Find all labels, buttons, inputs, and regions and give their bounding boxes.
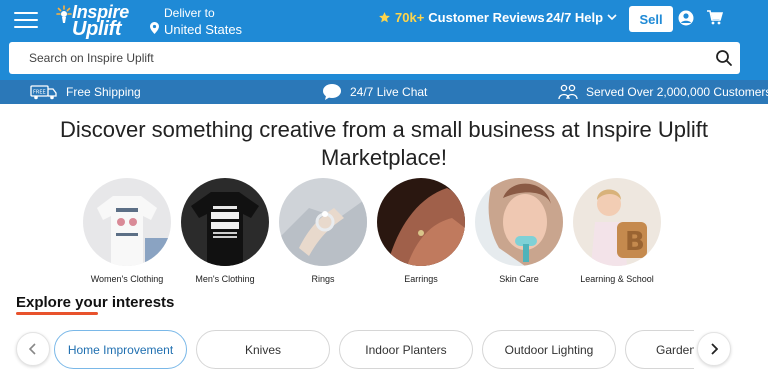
- deliver-location: United States: [164, 22, 243, 37]
- scroll-left-button[interactable]: [16, 332, 50, 366]
- chevron-right-icon: [711, 343, 718, 355]
- pill-home-improvement[interactable]: Home Improvement: [54, 330, 187, 369]
- pill-outdoor-lighting[interactable]: Outdoor Lighting: [482, 330, 616, 369]
- category-image: [83, 178, 171, 266]
- live-chat[interactable]: 24/7 Live Chat: [322, 80, 427, 104]
- benefits-banner: FREE Free Shipping 24/7 Live Chat Served…: [0, 80, 768, 104]
- location-pin-icon: [150, 22, 159, 34]
- category-image: [181, 178, 269, 266]
- live-chat-text: 24/7 Live Chat: [350, 85, 428, 99]
- page-headline: Discover something creative from a small…: [59, 117, 709, 170]
- free-shipping-text: Free Shipping: [66, 85, 141, 99]
- category-learning-school[interactable]: B Learning & School: [568, 178, 666, 284]
- search-input[interactable]: [9, 42, 709, 74]
- search-bar: [9, 42, 740, 74]
- cart-icon[interactable]: [707, 10, 723, 25]
- category-label: Skin Care: [499, 274, 539, 284]
- interest-pills: Home Improvement Knives Indoor Planters …: [54, 330, 694, 370]
- category-image: [279, 178, 367, 266]
- category-womens-clothing[interactable]: Women's Clothing: [78, 178, 176, 284]
- chevron-left-icon: [29, 343, 36, 355]
- logo-sun-icon: [56, 5, 72, 23]
- customers-served: Served Over 2,000,000 Customers: [558, 80, 768, 104]
- customers-icon: [558, 84, 578, 100]
- reviews-label: Customer Reviews: [428, 10, 545, 25]
- category-label: Women's Clothing: [90, 274, 164, 284]
- star-icon: [379, 12, 390, 23]
- svg-text:B: B: [625, 227, 645, 257]
- category-label: Rings: [311, 274, 335, 284]
- scroll-right-button[interactable]: [697, 332, 731, 366]
- search-icon[interactable]: [715, 49, 733, 67]
- svg-text:FREE: FREE: [33, 90, 46, 96]
- pill-garden[interactable]: Garden: [625, 330, 694, 369]
- header: Inspire Uplift Deliver to United States …: [0, 0, 768, 80]
- category-image: [475, 178, 563, 266]
- chevron-down-icon: [607, 14, 617, 21]
- help-dropdown[interactable]: 24/7 Help: [546, 10, 617, 25]
- customer-reviews[interactable]: 70k+ Customer Reviews: [378, 10, 545, 25]
- pill-indoor-planters[interactable]: Indoor Planters: [339, 330, 473, 369]
- menu-icon[interactable]: [14, 12, 38, 30]
- reviews-count: 70k+: [395, 10, 425, 25]
- category-image: [377, 178, 465, 266]
- category-label: Learning & School: [580, 274, 654, 284]
- customers-served-text: Served Over 2,000,000 Customers: [586, 85, 768, 99]
- chat-bubble-icon: [323, 84, 341, 100]
- sell-button[interactable]: Sell: [629, 6, 673, 32]
- deliver-label: Deliver to: [164, 6, 215, 20]
- category-image: B: [573, 178, 661, 266]
- account-icon[interactable]: [678, 10, 694, 26]
- category-rings[interactable]: Rings: [274, 178, 372, 284]
- logo[interactable]: Inspire Uplift: [56, 2, 142, 40]
- category-earrings[interactable]: Earrings: [372, 178, 470, 284]
- category-skin-care[interactable]: Skin Care: [470, 178, 568, 284]
- heading-underline: [16, 312, 98, 315]
- logo-text-line2: Uplift: [72, 18, 122, 40]
- pill-knives[interactable]: Knives: [196, 330, 330, 369]
- category-label: Earrings: [404, 274, 438, 284]
- category-mens-clothing[interactable]: Men's Clothing: [176, 178, 274, 284]
- explore-heading: Explore your interests: [16, 294, 175, 311]
- category-carousel: Women's Clothing Men's Clothing Rings Ea…: [78, 178, 664, 288]
- delivery-truck-icon: FREE: [30, 85, 57, 100]
- help-label: 24/7 Help: [546, 10, 604, 25]
- category-label: Men's Clothing: [195, 274, 255, 284]
- free-shipping: FREE Free Shipping: [30, 80, 141, 104]
